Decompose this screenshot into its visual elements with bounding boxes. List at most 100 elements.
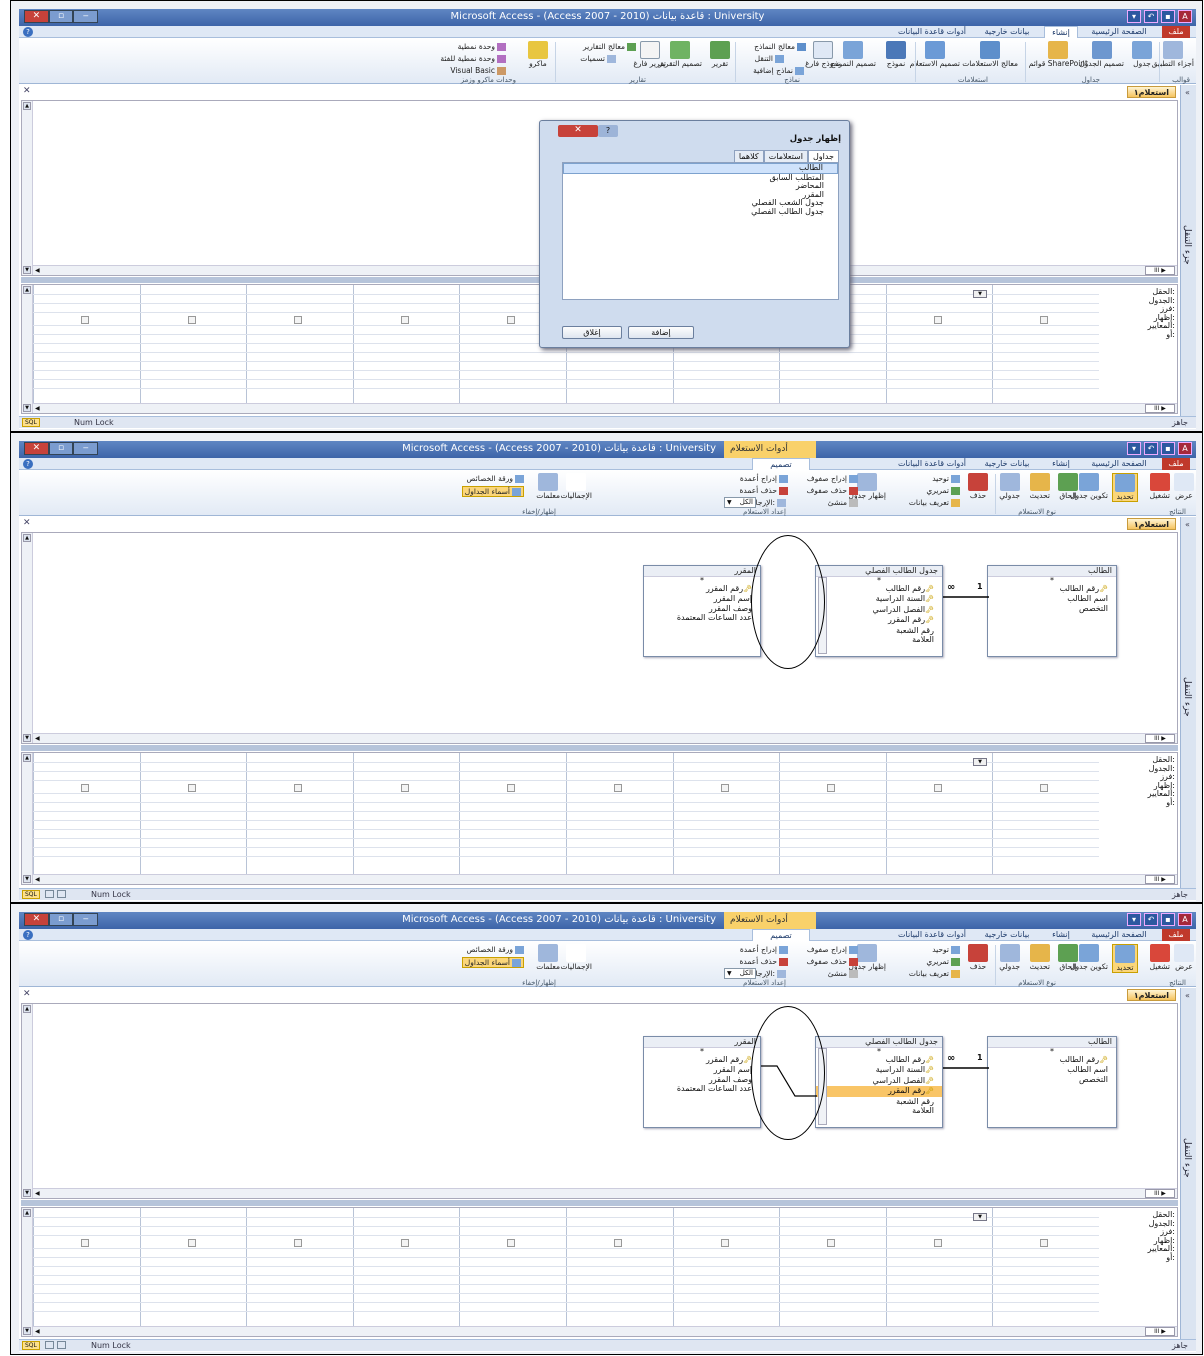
show-checkbox[interactable] <box>933 784 942 792</box>
help-icon[interactable]: ? <box>23 27 33 37</box>
show-checkbox[interactable] <box>720 1239 729 1247</box>
form-button[interactable]: نموذج <box>886 41 906 68</box>
tab-file[interactable]: ملف <box>1162 458 1190 470</box>
tab-home[interactable]: الصفحة الرئيسية <box>1084 929 1154 941</box>
builder-button[interactable]: منشئ <box>828 969 858 978</box>
app-parts-button[interactable]: أجزاء التطبيق <box>1152 41 1194 68</box>
field-dropdown[interactable]: ▼ <box>973 1213 987 1221</box>
field-item[interactable]: العلامة <box>816 1106 942 1115</box>
show-checkbox[interactable] <box>80 316 89 324</box>
collapse-icon[interactable]: « <box>1185 88 1190 97</box>
upper-vertical-scrollbar[interactable]: ▲ ▼ <box>22 1004 33 1198</box>
sql-view-button[interactable]: SQL <box>22 890 40 899</box>
list-item[interactable]: جدول الطالب الفصلي <box>563 207 838 217</box>
append-button[interactable]: إلحاق <box>1058 473 1078 500</box>
lower-vertical-scrollbar[interactable]: ▲ ▼ <box>22 285 33 413</box>
report-wizard-button[interactable]: معالج التقارير <box>583 42 636 51</box>
field-item[interactable]: عدد الساعات المعتمدة <box>644 613 760 622</box>
field-item[interactable]: رقم الطالب🗝 <box>988 1055 1116 1065</box>
totals-button[interactable]: الإجماليات <box>560 473 592 500</box>
field-item[interactable]: اسم الطالب <box>988 1065 1116 1074</box>
show-checkbox[interactable] <box>613 784 622 792</box>
macro-button[interactable]: ماكرو <box>528 41 548 68</box>
collapse-icon[interactable]: « <box>1185 991 1190 1000</box>
data-definition-button[interactable]: تعريف بيانات <box>909 969 960 978</box>
delete-columns-button[interactable]: حذف أعمدة <box>740 486 788 495</box>
query-design-button[interactable]: تصميم الاستعلام <box>910 41 960 68</box>
return-dropdown[interactable]: الكل ▼ <box>724 968 756 979</box>
append-button[interactable]: إلحاق <box>1058 944 1078 971</box>
show-checkbox[interactable] <box>400 316 409 324</box>
table-box-student[interactable]: الطالب * رقم الطالب🗝 اسم الطالب التخصص <box>987 565 1117 657</box>
save-icon[interactable]: ▪ <box>1161 10 1175 23</box>
tab-create[interactable]: إنشاء <box>1044 26 1078 38</box>
navigation-button[interactable]: التنقل <box>755 54 784 63</box>
show-checkbox[interactable] <box>80 784 89 792</box>
more-forms-button[interactable]: نماذج إضافية <box>753 66 804 75</box>
save-icon[interactable]: ▪ <box>1161 913 1175 926</box>
navigation-pane[interactable]: « جزء التنقل <box>1180 988 1196 1340</box>
tab-external-data[interactable]: بيانات خارجية <box>976 458 1038 470</box>
show-checkbox[interactable] <box>187 784 196 792</box>
tab-design[interactable]: تصميم <box>752 929 810 941</box>
show-checkbox[interactable] <box>507 1239 516 1247</box>
property-sheet-button[interactable]: ورقة الخصائص <box>466 474 524 483</box>
close-object-icon[interactable]: ✕ <box>23 86 31 96</box>
field-item[interactable]: إسم المقرر <box>644 594 760 603</box>
module-button[interactable]: وحدة نمطية <box>458 42 506 51</box>
add-button[interactable]: إضافة <box>628 326 694 339</box>
dialog-close-icon[interactable]: ✕ <box>558 125 598 137</box>
show-checkbox[interactable] <box>400 1239 409 1247</box>
show-checkbox[interactable] <box>80 1239 89 1247</box>
pivot-view-icon[interactable] <box>57 890 66 898</box>
field-item[interactable]: الفصل الدراسي🗝 <box>816 1076 942 1086</box>
pane-splitter[interactable] <box>21 1200 1178 1206</box>
table-box-course[interactable]: المقرر * رقم المقرر🗝 إسم المقرر وصف المق… <box>643 1036 761 1128</box>
field-item[interactable]: رقم الشعبة <box>816 626 942 635</box>
object-tab-query1[interactable]: استعلام١ <box>1126 86 1176 98</box>
insert-columns-button[interactable]: إدراج أعمدة <box>740 474 788 483</box>
delete-rows-button[interactable]: حذف صفوف <box>806 486 858 495</box>
show-checkbox[interactable] <box>507 784 516 792</box>
select-button[interactable]: تحديد <box>1112 944 1138 973</box>
table-box-student[interactable]: الطالب * رقم الطالب🗝 اسم الطالب التخصص <box>987 1036 1117 1128</box>
sql-view-button[interactable]: SQL <box>22 1341 40 1350</box>
run-button[interactable]: تشغيل <box>1150 473 1170 500</box>
show-checkbox[interactable] <box>613 1239 622 1247</box>
dialog-help-icon[interactable]: ? <box>598 125 618 137</box>
delete-columns-button[interactable]: حذف أعمدة <box>740 957 788 966</box>
upper-vertical-scrollbar[interactable]: ▲ ▼ <box>22 533 33 743</box>
qat-dropdown-icon[interactable]: ▾ <box>1127 913 1141 926</box>
class-module-button[interactable]: وحدة نمطية للفئة <box>440 54 506 63</box>
show-checkbox[interactable] <box>187 316 196 324</box>
datasheet-view-icon[interactable] <box>45 890 54 898</box>
property-sheet-button[interactable]: ورقة الخصائص <box>466 945 524 954</box>
field-item[interactable]: السنة الدراسية🗝 <box>816 594 942 604</box>
navigation-pane[interactable]: « جزء التنقل <box>1180 517 1196 889</box>
field-item[interactable]: رقم المقرر🗝 <box>644 584 760 594</box>
parameters-button[interactable]: معلمات <box>536 473 560 500</box>
table-box-enroll[interactable]: جدول الطالب الفصلي * رقم الطالب🗝 السنة ا… <box>815 1036 943 1128</box>
lower-vertical-scrollbar[interactable]: ▲ ▼ <box>22 753 33 884</box>
crosstab-button[interactable]: جدولي <box>999 473 1020 500</box>
insert-rows-button[interactable]: إدراج صفوف <box>807 945 858 954</box>
tab-home[interactable]: الصفحة الرئيسية <box>1084 458 1154 470</box>
delete-rows-button[interactable]: حذف صفوف <box>806 957 858 966</box>
tab-home[interactable]: الصفحة الرئيسية <box>1084 26 1154 38</box>
upper-horizontal-scrollbar[interactable]: ◀ III ▶ <box>33 733 1177 743</box>
datasheet-view-icon[interactable] <box>45 1341 54 1349</box>
close-object-icon[interactable]: ✕ <box>23 518 31 528</box>
tab-database-tools[interactable]: أدوات قاعدة البيانات <box>894 929 970 941</box>
show-checkbox[interactable] <box>187 1239 196 1247</box>
object-tab-query1[interactable]: استعلام١ <box>1126 989 1176 1001</box>
show-checkbox[interactable] <box>933 1239 942 1247</box>
return-dropdown[interactable]: الكل ▼ <box>724 497 756 508</box>
qat-dropdown-icon[interactable]: ▾ <box>1127 10 1141 23</box>
tab-create[interactable]: إنشاء <box>1044 929 1078 941</box>
update-button[interactable]: تحديث <box>1030 473 1050 500</box>
data-definition-button[interactable]: تعريف بيانات <box>909 498 960 507</box>
tab-database-tools[interactable]: أدوات قاعدة البيانات <box>894 458 970 470</box>
show-checkbox[interactable] <box>933 316 942 324</box>
tab-file[interactable]: ملف <box>1162 26 1190 38</box>
lower-horizontal-scrollbar[interactable]: ◀ III ▶ <box>33 874 1177 884</box>
